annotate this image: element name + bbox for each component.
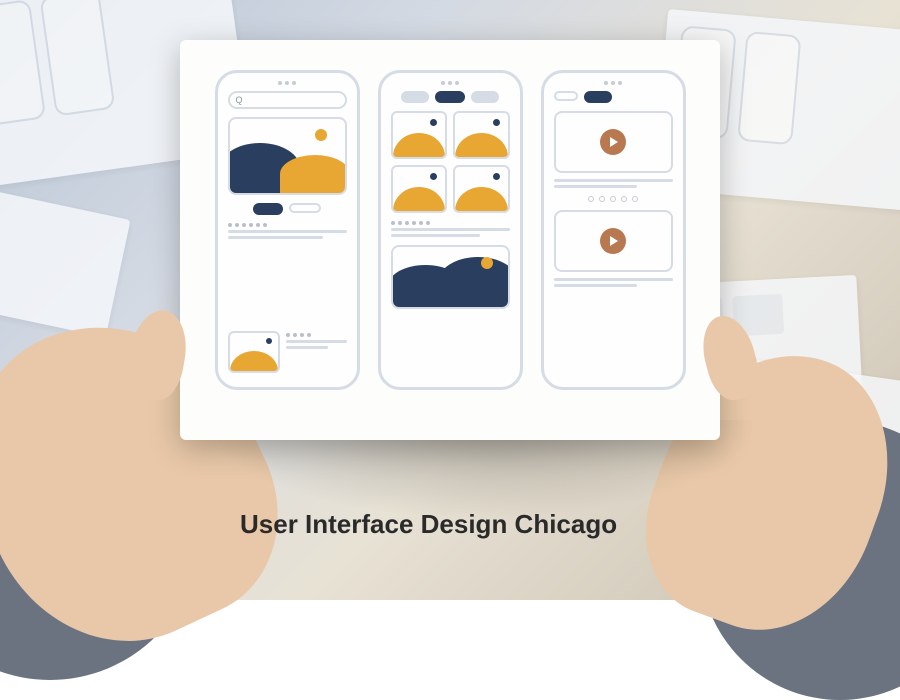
scene-background: Q — [0, 0, 900, 600]
phone-mockup-3 — [541, 70, 686, 390]
pagination-dots-icon — [554, 196, 673, 202]
notch-icon — [554, 81, 673, 85]
thumbnail-placeholder — [453, 165, 510, 213]
background-paper — [0, 183, 131, 338]
play-icon — [600, 129, 626, 155]
tab-pills — [228, 203, 347, 215]
tab-pills — [554, 91, 673, 103]
notch-icon — [391, 81, 510, 85]
thumbnail-placeholder — [453, 111, 510, 159]
tab-pills — [391, 91, 510, 103]
thumbnail-placeholder — [391, 111, 448, 159]
notch-icon — [228, 81, 347, 85]
image-caption: User Interface Design Chicago — [240, 509, 617, 540]
text-placeholder — [554, 179, 673, 188]
video-placeholder — [554, 210, 673, 272]
text-placeholder — [391, 221, 510, 237]
phone-mockup-2 — [378, 70, 523, 390]
hero-image-placeholder — [391, 245, 510, 309]
text-placeholder — [286, 331, 347, 352]
text-placeholder — [228, 223, 347, 239]
search-icon: Q — [236, 95, 243, 105]
hero-image-placeholder — [228, 117, 347, 195]
search-input: Q — [228, 91, 347, 109]
wireframe-paper: Q — [180, 40, 720, 440]
image-grid — [391, 111, 510, 213]
video-placeholder — [554, 111, 673, 173]
thumbnail-placeholder — [228, 331, 280, 373]
play-icon — [600, 228, 626, 254]
phone-mockup-1: Q — [215, 70, 360, 390]
thumbnail-placeholder — [391, 165, 448, 213]
text-placeholder — [554, 278, 673, 287]
